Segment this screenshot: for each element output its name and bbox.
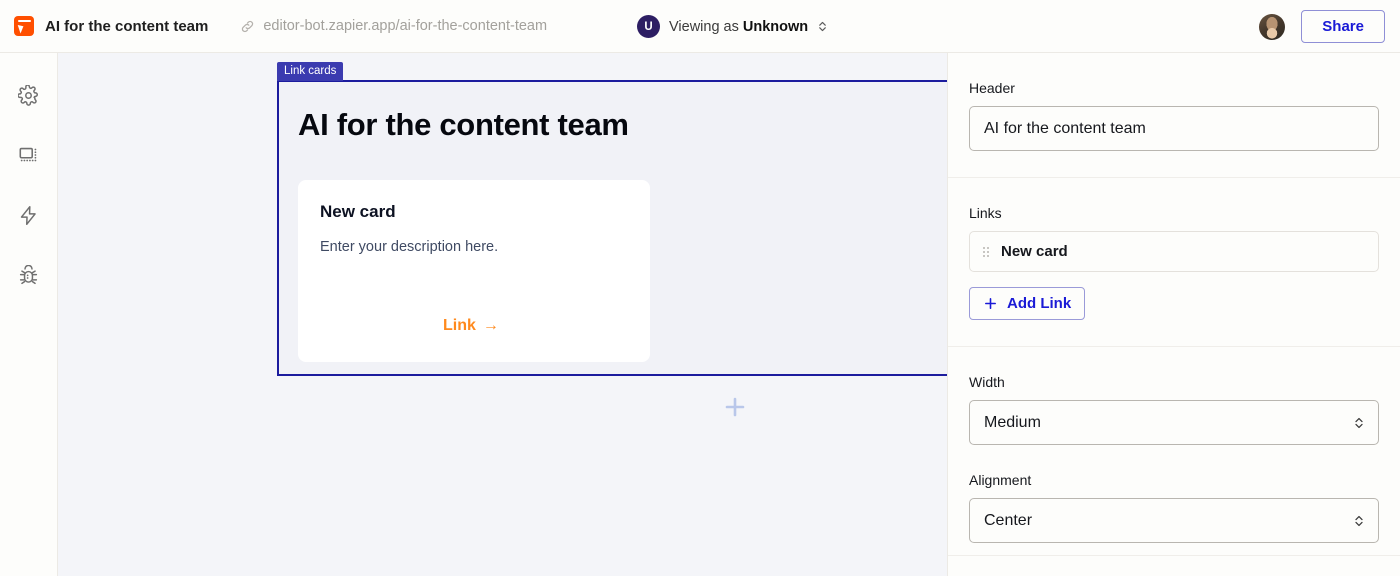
chevron-up-down-icon[interactable] bbox=[817, 19, 828, 34]
sidebar-item-actions[interactable] bbox=[12, 198, 46, 232]
block-type-badge: Link cards bbox=[277, 62, 344, 81]
width-label: Width bbox=[969, 374, 1005, 390]
link-card-title: New card bbox=[320, 202, 396, 221]
arrow-right-icon: → bbox=[482, 317, 499, 334]
viewing-as-user: Unknown bbox=[742, 18, 809, 35]
project-url[interactable]: editor-bot.zapier.app/ai-for-the-content… bbox=[240, 18, 547, 34]
list-item-label: New card bbox=[1001, 243, 1068, 260]
panel-section-divider bbox=[948, 555, 1400, 556]
share-button[interactable]: Share bbox=[1301, 10, 1385, 43]
viewing-as-selector[interactable]: U Viewing as Unknown bbox=[637, 0, 828, 53]
add-link-button[interactable]: Add Link bbox=[969, 287, 1086, 320]
url-text: editor-bot.zapier.app/ai-for-the-content… bbox=[263, 18, 548, 34]
link-card-cta[interactable]: Link → bbox=[443, 317, 499, 335]
header-section: Header AI for the content team bbox=[948, 53, 1400, 151]
sidebar-item-settings[interactable] bbox=[12, 78, 46, 112]
lightning-bolt-icon bbox=[20, 205, 36, 225]
header-label: Header bbox=[969, 80, 1015, 96]
alignment-section: Alignment Center bbox=[948, 445, 1400, 543]
add-block-button[interactable] bbox=[719, 391, 751, 423]
user-avatar[interactable] bbox=[1259, 13, 1286, 40]
link-icon bbox=[242, 20, 254, 32]
layout-page-icon bbox=[19, 147, 36, 162]
plus-icon bbox=[985, 298, 996, 309]
links-section: Links New card Add Link bbox=[948, 177, 1400, 320]
link-card-description: Enter your description here. bbox=[320, 239, 499, 255]
chevron-up-down-icon bbox=[1355, 417, 1363, 428]
top-bar: AI for the content team editor-bot.zapie… bbox=[0, 0, 1400, 53]
width-value: Medium bbox=[984, 413, 1041, 431]
top-bar-left: AI for the content team editor-bot.zapie… bbox=[0, 16, 547, 36]
page-title: AI for the content team bbox=[45, 17, 209, 35]
sidebar-item-pages[interactable] bbox=[12, 138, 46, 172]
link-card-cta-label: Link bbox=[443, 317, 476, 334]
bug-icon bbox=[19, 264, 38, 284]
link-card[interactable]: New card Enter your description here. Li… bbox=[298, 180, 650, 362]
viewer-avatar: U bbox=[637, 15, 660, 38]
links-label: Links bbox=[969, 205, 1002, 221]
zapier-interfaces-icon bbox=[14, 16, 34, 36]
alignment-select[interactable]: Center bbox=[969, 498, 1379, 543]
chevron-up-down-icon bbox=[1355, 515, 1363, 526]
plus-icon bbox=[725, 397, 745, 417]
alignment-value: Center bbox=[984, 511, 1033, 529]
alignment-label: Alignment bbox=[969, 472, 1032, 488]
top-bar-right: Share bbox=[1259, 0, 1385, 53]
width-select[interactable]: Medium bbox=[969, 400, 1379, 445]
list-item[interactable]: New card bbox=[969, 231, 1379, 272]
properties-panel: Header AI for the content team Links New… bbox=[947, 53, 1400, 576]
viewing-as-label: Viewing as Unknown bbox=[669, 19, 808, 35]
gear-icon bbox=[18, 84, 38, 106]
viewing-as-prefix: Viewing as bbox=[669, 18, 743, 35]
add-link-label: Add Link bbox=[1007, 295, 1072, 312]
sidebar-item-debug[interactable] bbox=[12, 258, 46, 292]
header-input[interactable]: AI for the content team bbox=[969, 106, 1379, 151]
drag-handle-icon[interactable] bbox=[982, 245, 990, 259]
width-section: Width Medium bbox=[948, 346, 1400, 445]
left-sidebar bbox=[0, 53, 58, 576]
